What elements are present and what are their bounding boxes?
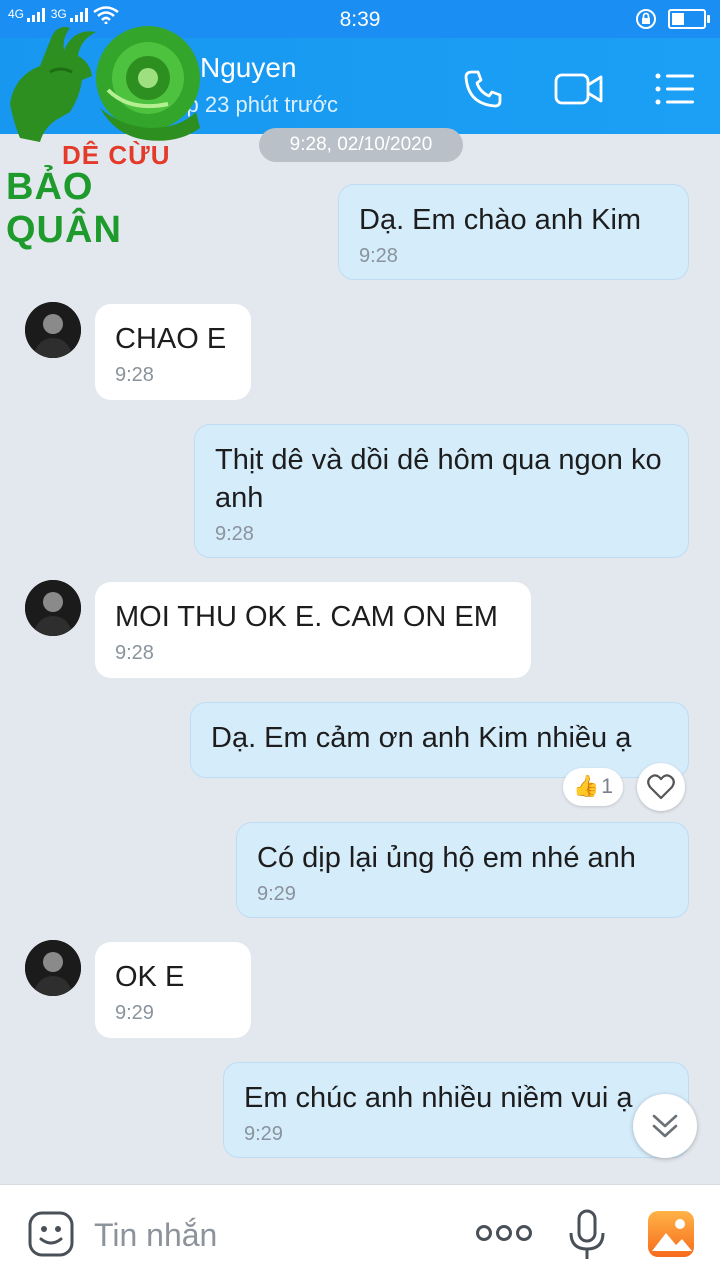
double-chevron-down-icon xyxy=(652,1114,678,1138)
battery-icon xyxy=(668,9,710,29)
watermark-logo: DÊ CỪU BẢO QUÂN xyxy=(0,16,220,251)
scroll-to-bottom-button[interactable] xyxy=(633,1094,697,1158)
contact-avatar[interactable] xyxy=(25,302,81,358)
thumbs-up-icon: 👍 xyxy=(573,775,600,798)
phone-icon xyxy=(464,70,502,108)
message-bubble-incoming[interactable]: MOI THU OK E. CAM ON EM 9:28 xyxy=(95,582,531,678)
message-bubble-outgoing[interactable]: Thịt dê và dồi dê hôm qua ngon ko anh 9:… xyxy=(194,424,689,558)
message-text: Dạ. Em chào anh Kim xyxy=(359,204,642,236)
message-time: 9:28 xyxy=(359,245,398,267)
rotation-lock-icon xyxy=(636,9,656,29)
person-icon xyxy=(25,302,81,358)
message-bubble-incoming[interactable]: OK E 9:29 xyxy=(95,942,251,1038)
message-time: 9:29 xyxy=(115,1002,154,1024)
message-bubble-outgoing[interactable]: Dạ. Em cảm ơn anh Kim nhiều ạ xyxy=(190,702,689,778)
message-time: 9:28 xyxy=(115,642,154,664)
message-text: OK E xyxy=(115,961,185,993)
status-icons xyxy=(634,7,710,31)
video-call-button[interactable] xyxy=(553,66,605,112)
microphone-icon xyxy=(569,1209,605,1259)
send-image-button[interactable] xyxy=(646,1209,696,1259)
message-input[interactable]: Tin nhắn xyxy=(94,1217,217,1254)
reaction-badge[interactable]: 👍 1 xyxy=(563,768,623,806)
message-bubble-outgoing[interactable]: Có dịp lại ủng hộ em nhé anh 9:29 xyxy=(236,822,689,918)
message-text: Dạ. Em cảm ơn anh Kim nhiều ạ xyxy=(211,722,632,754)
emoji-icon xyxy=(28,1211,74,1257)
react-heart-button[interactable] xyxy=(637,763,685,811)
message-time: 9:28 xyxy=(115,364,154,386)
logo-text-bottom: BẢO QUÂN xyxy=(6,166,122,251)
message-time: 9:29 xyxy=(244,1123,283,1145)
more-icon xyxy=(476,1225,532,1241)
contact-avatar[interactable] xyxy=(25,580,81,636)
person-icon xyxy=(25,940,81,996)
person-icon xyxy=(25,580,81,636)
call-button[interactable] xyxy=(460,66,506,112)
image-icon xyxy=(648,1211,694,1257)
contact-avatar[interactable] xyxy=(25,940,81,996)
emoji-button[interactable] xyxy=(26,1209,76,1259)
reaction-count: 1 xyxy=(601,775,613,798)
heart-icon xyxy=(647,774,675,800)
video-call-icon xyxy=(554,73,603,105)
message-bubble-incoming[interactable]: CHAO E 9:28 xyxy=(95,304,251,400)
message-time: 9:28 xyxy=(215,523,254,545)
voice-record-button[interactable] xyxy=(566,1207,608,1263)
date-separator: 9:28, 02/10/2020 xyxy=(259,128,463,162)
message-composer: Tin nhắn xyxy=(0,1184,720,1281)
message-bubble-outgoing[interactable]: Em chúc anh nhiều niềm vui ạ 9:29 xyxy=(223,1062,689,1158)
message-text: Em chúc anh nhiều niềm vui ạ xyxy=(244,1082,633,1114)
more-options-button[interactable] xyxy=(474,1215,534,1251)
message-time: 9:29 xyxy=(257,883,296,905)
menu-icon xyxy=(655,73,694,105)
message-text: MOI THU OK E. CAM ON EM xyxy=(115,601,498,633)
menu-button[interactable] xyxy=(652,66,698,112)
message-text: CHAO E xyxy=(115,323,227,355)
message-text: Có dịp lại ủng hộ em nhé anh xyxy=(257,842,636,874)
message-bubble-outgoing[interactable]: Dạ. Em chào anh Kim 9:28 xyxy=(338,184,689,280)
message-text: Thịt dê và dồi dê hôm qua ngon ko anh xyxy=(215,444,662,514)
